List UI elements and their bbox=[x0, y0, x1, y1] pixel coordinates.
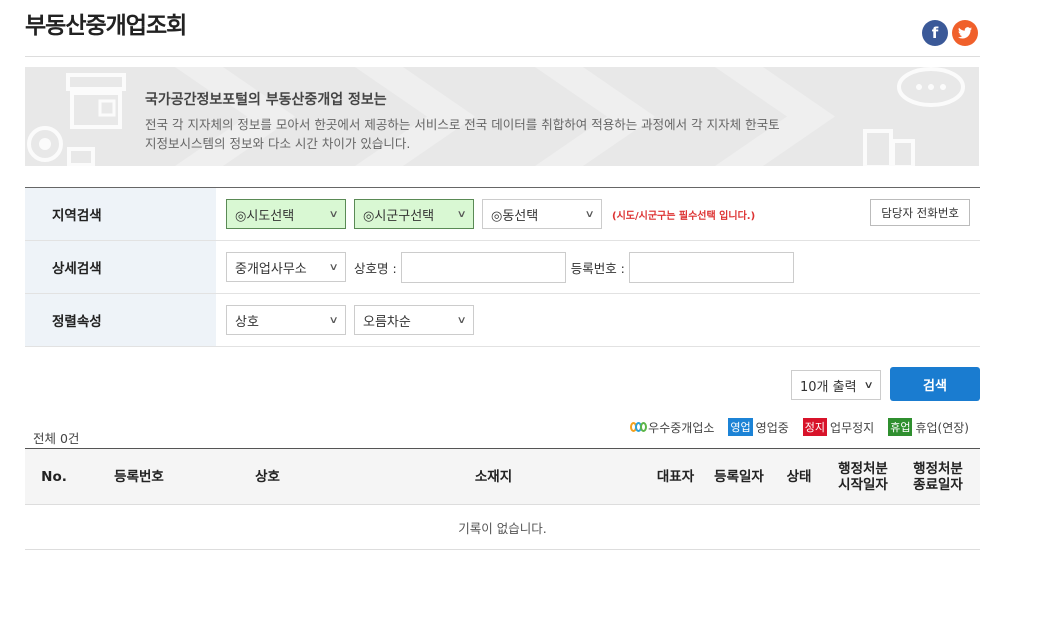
detail-search-row: 상세검색 중개업사무소 ∨ 상호명 : 등록번호 : bbox=[25, 241, 980, 294]
total-count: 전체 0건 bbox=[33, 431, 80, 446]
region-search-label: 지역검색 bbox=[25, 188, 216, 240]
col-action-start: 행정처분 시작일자 bbox=[838, 460, 888, 493]
company-name-input[interactable] bbox=[400, 251, 566, 283]
location-icon bbox=[27, 126, 95, 166]
chevron-down-icon: ∨ bbox=[456, 208, 467, 220]
col-company: 상호 bbox=[255, 468, 280, 485]
chevron-down-icon: ∨ bbox=[863, 379, 874, 391]
col-reg-date: 등록일자 bbox=[714, 468, 764, 485]
col-action-end: 행정처분 종료일자 bbox=[913, 460, 963, 493]
col-no: No. bbox=[41, 468, 67, 485]
search-button[interactable]: 검색 bbox=[890, 367, 980, 401]
twitter-icon[interactable] bbox=[952, 20, 978, 46]
company-name-label: 상호명 : bbox=[354, 260, 397, 276]
chevron-down-icon: ∨ bbox=[328, 208, 339, 220]
banner-title: 국가공간정보포털의 부동산중개업 정보는 bbox=[145, 92, 387, 108]
required-note: (시도/시군구는 필수선택 입니다.) bbox=[612, 210, 756, 222]
col-representative: 대표자 bbox=[656, 468, 695, 485]
social-share: f bbox=[922, 20, 978, 46]
empty-message: 기록이 없습니다. bbox=[25, 505, 980, 550]
chevron-down-icon: ∨ bbox=[456, 314, 467, 326]
status-legend: 우수중개업소 영업 영업중 정지 업무정지 휴업 휴업(연장) bbox=[630, 418, 969, 436]
contact-phone-button[interactable]: 담당자 전화번호 bbox=[870, 199, 970, 226]
open-badge: 영업 bbox=[728, 418, 753, 436]
chevron-down-icon: ∨ bbox=[328, 261, 339, 273]
info-banner: 국가공간정보포털의 부동산중개업 정보는 전국 각 지자체의 정보를 모아서 한… bbox=[25, 67, 979, 166]
search-form: 지역검색 ◎시도선택 ∨ ◎시군구선택 ∨ ◎동선택 ∨ (시도/시군구는 필수선택 … bbox=[25, 187, 980, 347]
col-status: 상태 bbox=[786, 468, 812, 485]
banner-description: 전국 각 지자체의 정보를 모아서 한곳에서 제공하는 서비스로 전국 데이터를… bbox=[145, 117, 780, 151]
result-count-select[interactable]: 10개 출력 ∨ bbox=[791, 370, 881, 400]
col-reg-number: 등록번호 bbox=[114, 468, 164, 485]
sort-label: 정렬속성 bbox=[25, 294, 216, 346]
sigungu-select[interactable]: ◎시군구선택 ∨ bbox=[354, 199, 474, 229]
col-address: 소재지 bbox=[474, 468, 513, 485]
registration-number-input[interactable] bbox=[628, 251, 794, 283]
region-search-row: 지역검색 ◎시도선택 ∨ ◎시군구선택 ∨ ◎동선택 ∨ (시도/시군구는 필수선택 … bbox=[25, 188, 980, 241]
title-divider bbox=[25, 56, 980, 57]
suspended-badge: 정지 bbox=[802, 418, 828, 436]
detail-search-label: 상세검색 bbox=[25, 241, 216, 293]
chevron-down-icon: ∨ bbox=[328, 314, 339, 326]
sido-select[interactable]: ◎시도선택 ∨ bbox=[226, 199, 346, 229]
sort-row: 정렬속성 상호 ∨ 오름차순 ∨ bbox=[25, 294, 980, 347]
table-header: No. 등록번호 상호 소재지 대표자 등록일자 상태 행정처분 시작일자 행정처… bbox=[25, 449, 980, 505]
sort-order-select[interactable]: 오름차순 ∨ bbox=[354, 305, 474, 335]
registration-number-label: 등록번호 : bbox=[570, 260, 625, 276]
result-table: No. 등록번호 상호 소재지 대표자 등록일자 상태 행정처분 시작일자 행정처… bbox=[25, 448, 980, 550]
facebook-icon[interactable]: f bbox=[922, 20, 948, 46]
office-type-select[interactable]: 중개업사무소 ∨ bbox=[226, 252, 346, 282]
page-title: 부동산중개업조회 bbox=[25, 13, 187, 39]
closed-badge: 휴업 bbox=[888, 418, 913, 436]
chevron-down-icon: ∨ bbox=[584, 208, 595, 220]
dong-select[interactable]: ◎동선택 ∨ bbox=[482, 199, 602, 229]
sort-field-select[interactable]: 상호 ∨ bbox=[226, 305, 346, 335]
chat-icon bbox=[897, 67, 965, 107]
excellent-broker-icon bbox=[630, 422, 648, 432]
